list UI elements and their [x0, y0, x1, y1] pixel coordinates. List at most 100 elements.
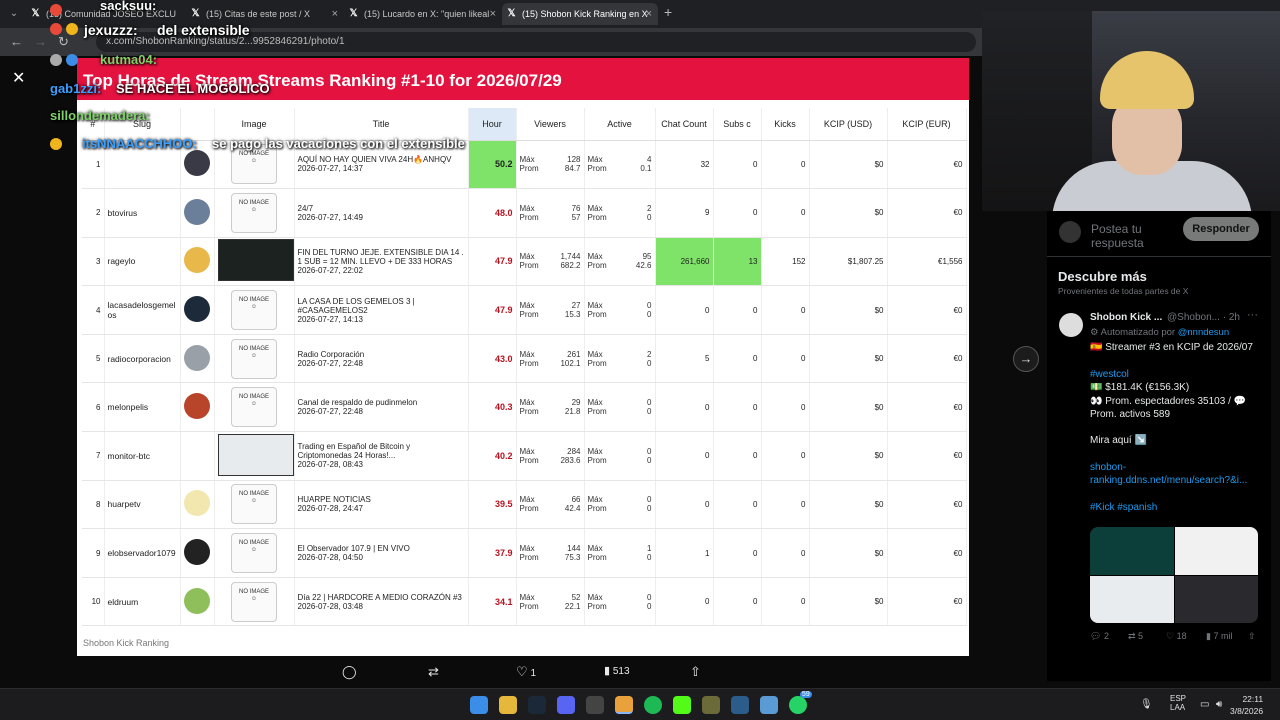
media-tile[interactable] — [1090, 576, 1174, 623]
language-indicator[interactable]: ESP LAA — [1170, 694, 1186, 712]
whatsapp-icon[interactable] — [789, 696, 807, 714]
max-value: 2 — [647, 203, 652, 213]
reload-icon[interactable]: ↻ — [58, 34, 69, 50]
discord-icon[interactable] — [557, 696, 575, 714]
max-label: Máx — [519, 155, 535, 165]
tab-label: (15) Shobon Kick Ranking en X — [522, 9, 648, 19]
post-url-link[interactable]: ranking.ddns.net/menu/search?&i... — [1090, 475, 1247, 486]
no-image-label: NO IMAGE — [238, 491, 269, 498]
browser-tab-active[interactable]: 𝕏 (15) Shobon Kick Ranking en X × — [502, 3, 658, 25]
avg-value: 0 — [647, 407, 652, 417]
notepad-icon[interactable] — [760, 696, 778, 714]
max-value: 66 — [571, 495, 581, 505]
media-tile[interactable] — [1175, 576, 1258, 623]
mic-icon[interactable]: 🎙︎ — [1140, 699, 1153, 710]
steam-icon[interactable] — [528, 696, 546, 714]
browser-tab[interactable]: 𝕏 (15) Lucardo en X: "quien likeal × — [344, 3, 502, 25]
share-icon[interactable]: ⇧ — [690, 664, 701, 680]
slug-cell: btovirus — [104, 188, 181, 238]
more-icon[interactable]: ··· — [1247, 309, 1258, 321]
stream-date: 2026-07-28, 08:43 — [297, 460, 363, 470]
post-author-handle[interactable]: @Shobon... · 2h — [1167, 312, 1240, 323]
windows-taskbar: 59 🎙︎ ESP LAA ▭ 🔊︎ 22:11 3/8/2026 — [0, 688, 1280, 720]
repost-action[interactable]: ⇄ 5 — [1128, 631, 1143, 642]
avatar-cell — [180, 528, 215, 578]
close-icon[interactable]: ✕ — [12, 68, 25, 88]
avatar — [184, 296, 210, 323]
share-icon[interactable]: ⇧ — [1248, 631, 1256, 642]
avg-value: 42.6 — [635, 261, 652, 271]
slug-cell: eldruum — [104, 577, 181, 627]
viewers-cell: Máx 27 Prom 15.3 — [516, 285, 585, 335]
title-cell: FIN DEL TURNO JEJE. EXTENSIBLE DIA 14 . … — [294, 237, 469, 287]
avatar[interactable] — [1059, 313, 1083, 337]
image-cell: NO IMAGE ☺ — [214, 285, 295, 335]
tab-search-button[interactable]: ⌄ — [6, 6, 22, 22]
post-media-grid[interactable] — [1090, 527, 1258, 623]
kcip-eur-cell: €0 — [887, 528, 967, 578]
new-tab-button[interactable]: + — [664, 4, 672, 20]
tab-close-icon[interactable]: × — [332, 3, 338, 25]
hashtag-link[interactable]: #westcol — [1090, 369, 1129, 380]
file-explorer-icon[interactable] — [499, 696, 517, 714]
like-action[interactable]: ♡ 18 — [1166, 631, 1187, 642]
app-icon[interactable] — [586, 696, 604, 714]
like-action[interactable]: ♡ 1 — [516, 664, 536, 680]
image-cell: NO IMAGE ☺ — [214, 382, 295, 433]
active-cell: Máx 95 Prom 42.6 — [584, 237, 656, 287]
avg-label: Prom — [587, 261, 607, 271]
reply-button[interactable]: Responder — [1183, 217, 1259, 241]
start-icon[interactable] — [470, 696, 488, 714]
post-text-line: 👀 Prom. espectadores 35103 / 💬 — [1090, 396, 1247, 407]
app-icon[interactable] — [702, 696, 720, 714]
reply-icon[interactable]: ◯ — [342, 664, 357, 680]
kicks-cell: 152 — [761, 237, 810, 287]
stream-date: 2026-07-27, 22:48 — [297, 407, 363, 417]
next-photo-button[interactable]: → — [1013, 346, 1039, 372]
avg-label: Prom — [519, 455, 539, 465]
kcip-eur-cell: €0 — [887, 140, 967, 190]
media-tile[interactable] — [1090, 527, 1174, 575]
views-action[interactable]: ▮ 7 mil — [1206, 631, 1232, 642]
reply-input[interactable]: Postea tu respuesta — [1091, 222, 1181, 250]
media-tile[interactable] — [1175, 527, 1258, 575]
volume-icon[interactable]: 🔊︎ — [1216, 699, 1222, 710]
kcip-eur-cell: €0 — [887, 382, 967, 433]
table-row: 5 radiocorporacion NO IMAGE ☺ Radio Corporac… — [82, 334, 967, 384]
ccleaner-icon[interactable] — [731, 696, 749, 714]
table-row: 2 btovirus NO IMAGE ☺ 24/7 2026-07-27, 14:49 4… — [82, 188, 967, 238]
kcip-usd-cell: $0 — [809, 431, 888, 481]
forward-arrow-icon[interactable]: → — [34, 34, 47, 49]
views-icon: ▮ — [604, 665, 611, 677]
automated-by-link[interactable]: @nnndesun — [1178, 327, 1229, 338]
reply-action[interactable]: 💬︎ 2 — [1090, 631, 1109, 642]
kick-icon[interactable] — [673, 696, 691, 714]
tab-close-icon[interactable]: × — [646, 3, 652, 25]
avatar — [184, 393, 210, 420]
avatar — [184, 587, 210, 614]
kcip-eur-cell: €0 — [887, 577, 967, 627]
hashtag-links[interactable]: #Kick #spanish — [1090, 502, 1157, 513]
stream-date: 2026-07-27, 14:49 — [297, 212, 363, 222]
webcam-feed — [982, 11, 1280, 211]
chrome-icon[interactable] — [615, 696, 633, 714]
avg-label: Prom — [519, 212, 539, 222]
post-author-name[interactable]: Shobon Kick ... — [1090, 312, 1162, 323]
rank-cell: 10 — [82, 577, 105, 627]
avg-label: Prom — [519, 310, 539, 320]
max-value: 284 — [567, 446, 581, 456]
system-clock[interactable]: 22:11 3/8/2026 — [1230, 693, 1263, 717]
rank-cell: 6 — [82, 382, 105, 433]
title-cell: El Observador 107.9 | EN VIVO 2026-07-28,… — [294, 528, 469, 578]
back-arrow-icon[interactable]: ← — [10, 34, 23, 49]
tab-close-icon[interactable]: × — [490, 3, 496, 25]
post-url-link[interactable]: shobon- — [1090, 462, 1126, 473]
views-action[interactable]: ▮ 513 — [604, 664, 630, 677]
chat-count-cell: 261,660 — [655, 237, 714, 287]
spotify-icon[interactable] — [644, 696, 662, 714]
max-label: Máx — [519, 349, 535, 359]
repost-icon[interactable]: ⇄ — [428, 664, 439, 680]
avg-value: 22.1 — [564, 601, 581, 611]
network-icon[interactable]: ▭ — [1200, 699, 1209, 710]
x-logo-icon: 𝕏 — [191, 8, 200, 19]
